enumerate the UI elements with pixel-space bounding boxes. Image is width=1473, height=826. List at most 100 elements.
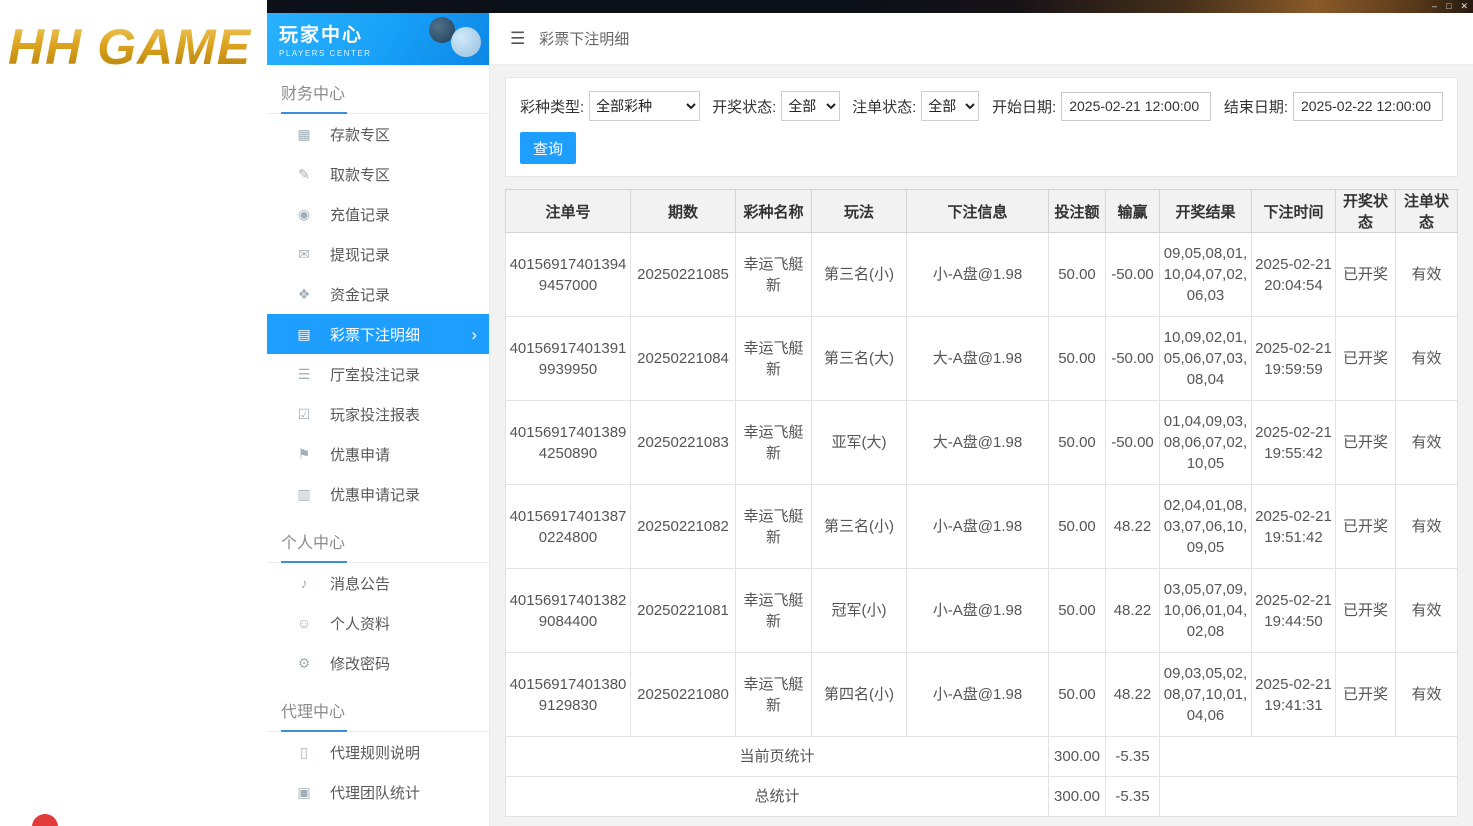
summary-page-label: 当前页统计 (505, 736, 1049, 777)
table-row: 401569174013949457000 20250221085 幸运飞艇新 … (505, 232, 1458, 317)
sidebar-item-label: 厅室投注记录 (330, 366, 421, 384)
cell-draw-result: 02,04,01,08,03,07,06,10,09,05 (1159, 484, 1252, 569)
withdraw-icon: ✎ (298, 165, 310, 182)
header-bet-info: 下注信息 (906, 189, 1049, 233)
cell-win-loss: 48.22 (1105, 484, 1160, 569)
header-play: 玩法 (811, 189, 907, 233)
menu-toggle-icon[interactable]: ☰ (510, 29, 525, 49)
table-row: 401569174013894250890 20250221083 幸运飞艇新 … (505, 400, 1458, 485)
maximize-icon[interactable]: □ (1446, 0, 1451, 13)
main-area: ☰ 彩票下注明细 彩种类型: 全部彩种 开奖状态: 全部 注单状态: 全部 开始… (490, 13, 1473, 826)
bet-status-select[interactable]: 全部 (921, 91, 980, 121)
cell-lottery-name: 幸运飞艇新 (735, 484, 812, 569)
lottery-type-select[interactable]: 全部彩种 (589, 91, 700, 121)
sidebar-item-agent-rules[interactable]: ▯ 代理规则说明 (267, 732, 489, 772)
cell-draw-status: 已开奖 (1335, 568, 1396, 653)
cell-bet-amount: 50.00 (1048, 568, 1106, 653)
cell-bet-status: 有效 (1395, 232, 1458, 317)
promo-apply-icon: ⚑ (297, 445, 311, 462)
cell-bet-amount: 50.00 (1048, 484, 1106, 569)
sidebar-item-label: 彩票下注明细 (330, 326, 421, 344)
header-bet-amount: 投注额 (1048, 189, 1106, 233)
cashout-record-icon: ✉ (298, 245, 310, 262)
cell-lottery-name: 幸运飞艇新 (735, 568, 812, 653)
sidebar-item-label: 取款专区 (330, 166, 391, 184)
sidebar-item-cashout-record[interactable]: ✉ 提现记录 (267, 234, 489, 274)
sidebar-item-label: 优惠申请 (330, 446, 391, 464)
cell-bet-info: 大-A盘@1.98 (906, 400, 1049, 485)
lottery-bet-detail-icon: ▤ (297, 325, 311, 342)
table-row: 401569174013809129830 20250221080 幸运飞艇新 … (505, 652, 1458, 737)
cell-draw-result: 01,04,09,03,08,06,07,02,10,05 (1159, 400, 1252, 485)
cell-bet-status: 有效 (1395, 652, 1458, 737)
cell-bet-amount: 50.00 (1048, 232, 1106, 317)
window-controls: – □ ✕ (1432, 0, 1468, 13)
sidebar-item-promo-apply[interactable]: ⚑ 优惠申请 (267, 434, 489, 474)
cell-period: 20250221082 (630, 484, 736, 569)
sidebar-item-hall-bet-record[interactable]: ☰ 厅室投注记录 (267, 354, 489, 394)
cell-bet-amount: 50.00 (1048, 400, 1106, 485)
sidebar-item-label: 资金记录 (330, 286, 391, 304)
sidebar-item-label: 存款专区 (330, 126, 391, 144)
cell-bet-time: 2025-02-21 19:55:42 (1251, 400, 1336, 485)
player-bet-report-icon: ☑ (297, 405, 311, 422)
cell-win-loss: 48.22 (1105, 652, 1160, 737)
sidebar-item-funds-record[interactable]: ❖ 资金记录 (267, 274, 489, 314)
search-button[interactable]: 查询 (520, 132, 576, 164)
breadcrumb: 彩票下注明细 (539, 31, 630, 48)
sidebar-item-deposit-zone[interactable]: ▦ 存款专区 (267, 114, 489, 154)
cell-period: 20250221084 (630, 316, 736, 401)
promo-apply-record-icon: ▥ (297, 485, 311, 502)
minimize-icon[interactable]: – (1432, 0, 1437, 13)
cell-bet-time: 2025-02-21 19:41:31 (1251, 652, 1336, 737)
gear-icon: ⚙ (297, 654, 311, 671)
sidebar-item-agent-team-stats[interactable]: ▣ 代理团队统计 (267, 772, 489, 812)
cell-draw-status: 已开奖 (1335, 652, 1396, 737)
sidebar-item-player-bet-report[interactable]: ☑ 玩家投注报表 (267, 394, 489, 434)
header-period: 期数 (630, 189, 736, 233)
summary-total-winloss: -5.35 (1105, 776, 1160, 817)
sidebar-item-label: 修改密码 (330, 655, 391, 673)
summary-page-empty (1159, 736, 1458, 777)
content: 彩种类型: 全部彩种 开奖状态: 全部 注单状态: 全部 开始日期: 2025-… (490, 65, 1473, 826)
header-draw-result: 开奖结果 (1159, 189, 1252, 233)
cell-bet-time: 2025-02-21 20:04:54 (1251, 232, 1336, 317)
sidebar-item-promo-apply-record[interactable]: ▥ 优惠申请记录 (267, 474, 489, 514)
header-lottery-name: 彩种名称 (735, 189, 812, 233)
cell-play: 第三名(小) (811, 484, 907, 569)
cell-order-id: 401569174013870224800 (505, 484, 631, 569)
sidebar-item-announcements[interactable]: ♪ 消息公告 (267, 563, 489, 603)
cell-draw-result: 09,05,08,01,10,04,07,02,06,03 (1159, 232, 1252, 317)
cell-order-id: 401569174013894250890 (505, 400, 631, 485)
cell-draw-status: 已开奖 (1335, 316, 1396, 401)
bet-status-label: 注单状态: (852, 98, 917, 116)
header-bet-time: 下注时间 (1251, 189, 1336, 233)
main-header: ☰ 彩票下注明细 (490, 13, 1473, 65)
close-icon[interactable]: ✕ (1460, 0, 1468, 13)
end-date-label: 结束日期: (1223, 98, 1288, 116)
sidebar-item-profile[interactable]: ☺ 个人资料 (267, 603, 489, 643)
end-date-input[interactable] (1292, 91, 1443, 121)
cell-period: 20250221080 (630, 652, 736, 737)
cell-win-loss: -50.00 (1105, 400, 1160, 485)
section-title-agent: 代理中心 (267, 685, 489, 732)
cell-order-id: 401569174013949457000 (505, 232, 631, 317)
cell-play: 第三名(大) (811, 316, 907, 401)
cell-play: 冠军(小) (811, 568, 907, 653)
sidebar-item-label: 优惠申请记录 (330, 486, 421, 504)
sidebar-item-change-password[interactable]: ⚙ 修改密码 (267, 643, 489, 683)
start-date-input[interactable] (1061, 91, 1212, 121)
team-stats-icon: ▣ (297, 783, 311, 800)
summary-row-page: 当前页统计 300.00 -5.35 (505, 736, 1458, 777)
header-order-id: 注单号 (505, 189, 631, 233)
sidebar-item-recharge-record[interactable]: ◉ 充值记录 (267, 194, 489, 234)
cell-bet-time: 2025-02-21 19:51:42 (1251, 484, 1336, 569)
sidebar-item-lottery-bet-detail[interactable]: ▤ 彩票下注明细 › (267, 314, 489, 354)
cell-lottery-name: 幸运飞艇新 (735, 316, 812, 401)
floating-service-button[interactable] (32, 814, 58, 826)
sidebar-subtitle: PLAYERS CENTER (279, 49, 372, 58)
sidebar-item-withdraw-zone[interactable]: ✎ 取款专区 (267, 154, 489, 194)
cell-draw-result: 09,03,05,02,08,07,10,01,04,06 (1159, 652, 1252, 737)
draw-status-select[interactable]: 全部 (781, 91, 840, 121)
cell-play: 亚军(大) (811, 400, 907, 485)
